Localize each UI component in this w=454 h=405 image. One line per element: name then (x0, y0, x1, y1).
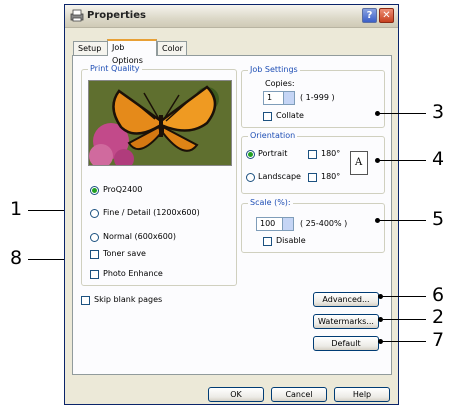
tab-setup[interactable]: Setup (73, 41, 108, 55)
portrait-label: Portrait (258, 149, 288, 158)
close-button[interactable]: ✕ (379, 8, 394, 23)
job-options-panel: Print Quality ProQ2400 Fine / Detail (12… (72, 55, 392, 375)
tab-job-options[interactable]: Job Options (107, 39, 157, 65)
window-title: Properties (87, 10, 146, 21)
title-bar[interactable]: Properties ? ✕ (65, 5, 398, 28)
scale-disable-checkbox[interactable] (263, 237, 272, 246)
callout-6: 6 (432, 284, 445, 306)
orientation-group: Orientation Portrait 180° Landscape 180°… (241, 131, 385, 194)
callout-2: 2 (432, 306, 445, 328)
callout-3: 3 (432, 101, 445, 123)
skip-blank-pages-label: Skip blank pages (94, 295, 163, 304)
callout-4: 4 (432, 148, 445, 170)
ok-button[interactable]: OK (208, 387, 264, 402)
scale-range: ( 25-400% ) (300, 219, 348, 228)
fine-detail-radio[interactable] (90, 209, 99, 218)
portrait-180-checkbox[interactable] (308, 150, 317, 159)
printer-icon (70, 9, 84, 22)
watermarks-button[interactable]: Watermarks... (313, 314, 379, 329)
help-button[interactable]: Help (334, 387, 390, 402)
scale-spin-arrows[interactable] (282, 218, 293, 230)
cancel-button[interactable]: Cancel (271, 387, 327, 402)
callout-7-line (381, 341, 426, 342)
scale-group: Scale (%): 100 ( 25-400% ) Disable (241, 198, 385, 253)
callout-6-line (381, 296, 426, 297)
properties-dialog: Properties ? ✕ Setup Job Options Color P… (64, 4, 399, 405)
proq2400-radio[interactable] (90, 186, 99, 195)
job-settings-title: Job Settings (248, 65, 300, 74)
preview-letter: A (355, 157, 363, 168)
scale-title: Scale (%): (248, 198, 293, 207)
landscape-radio[interactable] (246, 173, 255, 182)
callout-4-line (378, 160, 426, 161)
photo-enhance-checkbox[interactable] (90, 270, 99, 279)
scale-disable-label: Disable (276, 236, 306, 245)
fine-detail-label: Fine / Detail (1200x600) (103, 208, 200, 217)
landscape-180-label: 180° (321, 172, 341, 181)
collate-checkbox[interactable] (263, 112, 272, 121)
page-orientation-preview-icon: A (350, 151, 368, 175)
skip-blank-pages-checkbox[interactable] (81, 296, 90, 305)
butterfly-preview-image (88, 80, 232, 166)
portrait-180-label: 180° (321, 149, 341, 158)
default-button[interactable]: Default (313, 336, 379, 351)
toner-save-label: Toner save (103, 249, 146, 258)
copies-label: Copies: (265, 79, 295, 88)
callout-3-line (378, 113, 426, 114)
landscape-label: Landscape (258, 172, 301, 181)
proq2400-label: ProQ2400 (103, 185, 143, 194)
landscape-180-checkbox[interactable] (308, 173, 317, 182)
callout-5: 5 (432, 208, 445, 230)
callout-1: 1 (10, 198, 23, 220)
copies-range: ( 1-999 ) (300, 93, 335, 102)
normal-radio[interactable] (90, 233, 99, 242)
scale-value: 100 (260, 219, 276, 228)
advanced-button[interactable]: Advanced... (313, 292, 379, 307)
job-settings-group: Job Settings Copies: 1 ( 1-999 ) Collate (241, 65, 385, 128)
print-quality-group: Print Quality ProQ2400 Fine / Detail (12… (81, 64, 237, 286)
portrait-radio[interactable] (246, 150, 255, 159)
scale-spinner[interactable]: 100 (256, 217, 294, 231)
callout-2-line (381, 319, 426, 320)
orientation-title: Orientation (248, 131, 298, 140)
callout-8: 8 (10, 247, 23, 269)
tab-color[interactable]: Color (157, 41, 187, 55)
help-title-button[interactable]: ? (362, 8, 377, 23)
copies-spinner[interactable]: 1 (263, 91, 295, 105)
copies-value: 1 (267, 93, 273, 102)
collate-label: Collate (276, 111, 304, 120)
callout-5-line (378, 220, 426, 221)
callout-7: 7 (432, 329, 445, 351)
toner-save-checkbox[interactable] (90, 250, 99, 259)
normal-label: Normal (600x600) (103, 232, 177, 241)
copies-spin-arrows[interactable] (283, 92, 294, 104)
photo-enhance-label: Photo Enhance (103, 269, 163, 278)
